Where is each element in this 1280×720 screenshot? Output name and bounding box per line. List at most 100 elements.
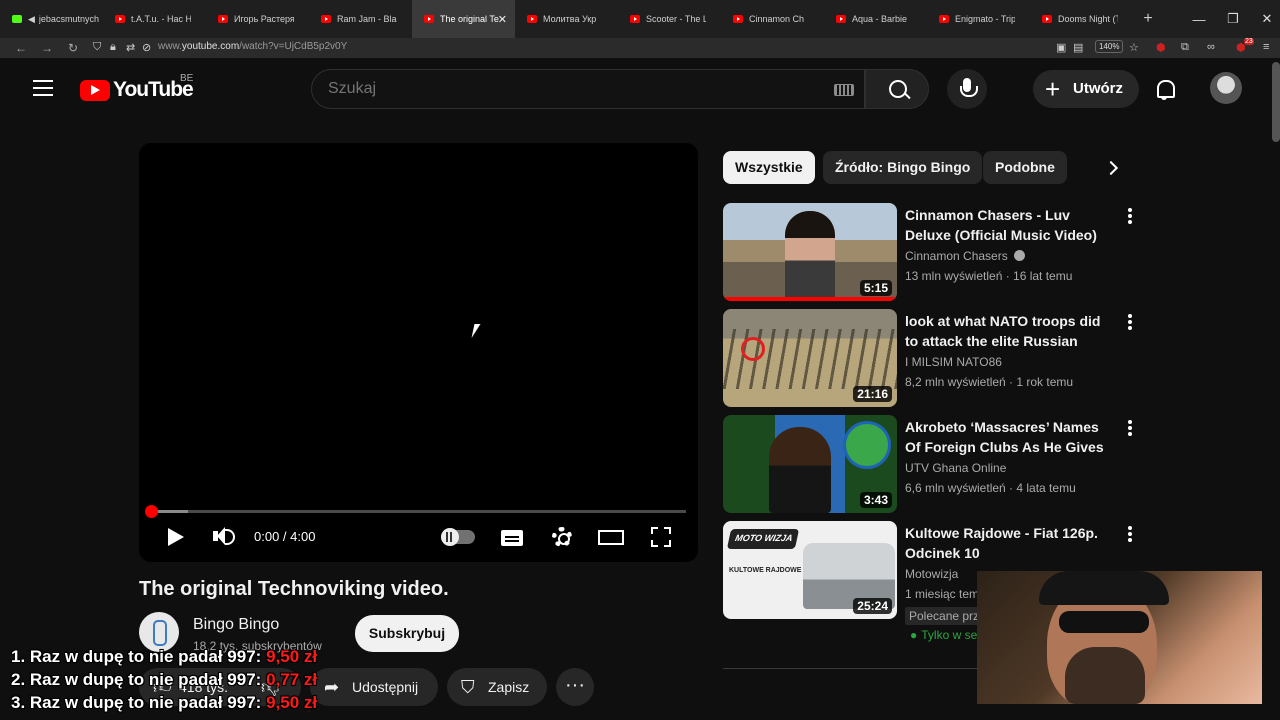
zoom-level[interactable]: 140% [1095, 40, 1124, 53]
forward-icon[interactable]: → [34, 41, 60, 55]
microphone-icon[interactable] [947, 69, 987, 109]
theater-mode-icon[interactable] [598, 530, 624, 545]
chip-all[interactable]: Wszystkie [723, 151, 815, 184]
youtube-favicon-icon [321, 15, 331, 23]
overlay-text: 3. Raz w dupę to nie padał 997: [11, 693, 262, 712]
browser-tab-1[interactable]: ◀ jebacsmutnych [0, 0, 103, 38]
tab-label: Enigmato - Trip T [955, 14, 1015, 24]
more-options-icon[interactable] [1127, 313, 1133, 331]
reload-icon[interactable]: ↻ [60, 41, 86, 55]
restore-icon[interactable]: ❐ [1216, 0, 1250, 38]
settings-gear-icon[interactable] [552, 527, 572, 547]
webcam-overlay [977, 571, 1262, 704]
share-button[interactable]: ➦ Udostępnij [310, 668, 438, 706]
close-icon[interactable]: ✕ [498, 13, 507, 26]
progress-bar[interactable] [151, 510, 686, 513]
more-options-icon[interactable] [1127, 207, 1133, 225]
recommendation-item[interactable]: 3:43 Akrobeto ‘Massacres’ Names Of Forei… [723, 415, 1143, 515]
more-actions-button[interactable]: ··· [556, 668, 594, 706]
overlay-price: 0,77 zł [266, 670, 318, 689]
recommendation-item[interactable]: 21:16 look at what NATO troops did to at… [723, 309, 1143, 409]
menu-icon[interactable]: ≡ [1263, 41, 1269, 53]
browser-tab-9[interactable]: Aqua - Barbie [824, 0, 927, 38]
tracking-icon[interactable]: ⊘ [142, 41, 151, 54]
search-button[interactable] [865, 69, 929, 109]
video-thumbnail[interactable]: 5:15 [723, 203, 897, 301]
browser-tab-7[interactable]: Scooter - The Log [618, 0, 721, 38]
recommendation-title[interactable]: look at what NATO troops did to attack t… [905, 311, 1117, 351]
avatar[interactable] [1210, 72, 1242, 104]
play-icon[interactable] [166, 525, 186, 549]
recommendation-title[interactable]: Kultowe Rajdowe - Fiat 126p. Odcinek 10 [905, 523, 1117, 563]
url-field[interactable]: www.youtube.com/watch?v=UjCdB5p2v0Y [158, 41, 347, 52]
progress-scrubber[interactable] [145, 505, 158, 518]
tab-label: The original Te [440, 14, 499, 24]
video-duration: 3:43 [859, 492, 892, 508]
extensions-icon[interactable]: ⧉ [1181, 41, 1189, 54]
chip-related[interactable]: Podobne [983, 151, 1067, 184]
browser-tab-10[interactable]: Enigmato - Trip T [927, 0, 1030, 38]
youtube-header: YouTube BE + Utwórz [0, 58, 1280, 122]
browser-tab-active[interactable]: The original Te ✕ [412, 0, 515, 38]
pause-icon [446, 532, 452, 542]
youtube-favicon-icon [115, 15, 125, 23]
save-button[interactable]: ⛉ Zapisz [447, 668, 547, 706]
notifications-bell-icon[interactable] [1155, 78, 1175, 100]
browser-tab-4[interactable]: Ram Jam - Black B [309, 0, 412, 38]
reader-icon[interactable]: ▤ [1073, 41, 1083, 54]
subscribe-button[interactable]: Subskrybuj [355, 615, 459, 652]
browser-tab-8[interactable]: Cinnamon Ch [721, 0, 824, 38]
tab-label: Ram Jam - Black B [337, 14, 397, 24]
create-button[interactable]: + Utwórz [1033, 70, 1139, 108]
recommendation-channel[interactable]: Motowizja [905, 567, 958, 581]
minimize-icon[interactable]: — [1182, 0, 1216, 38]
watch-progress-bar [723, 297, 897, 301]
video-thumbnail[interactable]: MOTO WIZJA KULTOWE RAJDOWE 25:24 [723, 521, 897, 619]
recommendation-title[interactable]: Akrobeto ‘Massacres’ Names Of Foreign Cl… [905, 417, 1117, 457]
recommendation-channel[interactable]: I MILSIM NATO86 [905, 355, 1002, 369]
chip-source[interactable]: Źródło: Bingo Bingo [823, 151, 983, 184]
channel-name[interactable]: Bingo Bingo [193, 616, 279, 634]
recommendation-title[interactable]: Cinnamon Chasers - Luv Deluxe (Official … [905, 205, 1117, 245]
url-path: /watch?v=UjCdB5p2v0Y [239, 41, 348, 52]
shield-icon[interactable]: ⛉ [93, 41, 101, 54]
star-icon[interactable]: ☆ [1129, 41, 1139, 54]
mask-icon[interactable]: ∞ [1207, 41, 1215, 53]
video-player[interactable]: 0:00 / 4:00 [139, 143, 698, 562]
youtube-play-logo-icon [80, 79, 110, 101]
more-options-icon[interactable] [1127, 419, 1133, 437]
browser-tab-3[interactable]: Игорь Растеряев [206, 0, 309, 38]
subtitles-icon[interactable] [501, 530, 523, 546]
mute-icon[interactable]: ◀ [28, 14, 35, 25]
search-input[interactable] [328, 80, 808, 98]
chevron-right-icon[interactable] [1100, 155, 1128, 183]
channel-avatar[interactable] [139, 612, 179, 652]
back-icon[interactable]: ← [8, 41, 34, 55]
lock-icon[interactable]: 🔒︎ [110, 41, 116, 54]
video-title: The original Technoviking video. [139, 578, 449, 600]
tab-label: jebacsmutnych [38, 14, 99, 24]
recommendation-item[interactable]: 5:15 Cinnamon Chasers - Luv Deluxe (Offi… [723, 203, 1143, 303]
close-window-icon[interactable]: ✕ [1250, 0, 1280, 38]
page-scrollbar[interactable] [1272, 62, 1280, 142]
browser-tab-11[interactable]: Dooms Night (Tim [1030, 0, 1133, 38]
screenshot-icon[interactable]: ▣ [1056, 41, 1066, 54]
new-tab-button[interactable]: + [1133, 10, 1163, 28]
youtube-logo[interactable]: YouTube [80, 78, 194, 102]
keyboard-icon[interactable] [834, 84, 854, 96]
fullscreen-icon[interactable] [651, 527, 671, 547]
ublock-icon[interactable]: ⬢ [1156, 41, 1166, 54]
overlay-price: 9,50 zł [266, 647, 318, 666]
share-label: Udostępnij [352, 679, 419, 695]
permissions-icon[interactable]: ⇄ [126, 41, 135, 54]
recommendation-channel[interactable]: UTV Ghana Online [905, 461, 1006, 475]
hamburger-menu-icon[interactable] [33, 80, 53, 96]
recommendation-channel[interactable]: Cinnamon Chasers [905, 249, 1025, 263]
video-thumbnail[interactable]: 21:16 [723, 309, 897, 407]
more-options-icon[interactable] [1127, 525, 1133, 543]
youtube-favicon-icon [527, 15, 537, 23]
browser-tab-2[interactable]: t.A.T.u. - Нас Не Д [103, 0, 206, 38]
video-thumbnail[interactable]: 3:43 [723, 415, 897, 513]
browser-tab-6[interactable]: Молитва Укр [515, 0, 618, 38]
overlay-line-1: 1. Raz w dupę to nie padał 997: 9,50 zł [11, 647, 317, 667]
